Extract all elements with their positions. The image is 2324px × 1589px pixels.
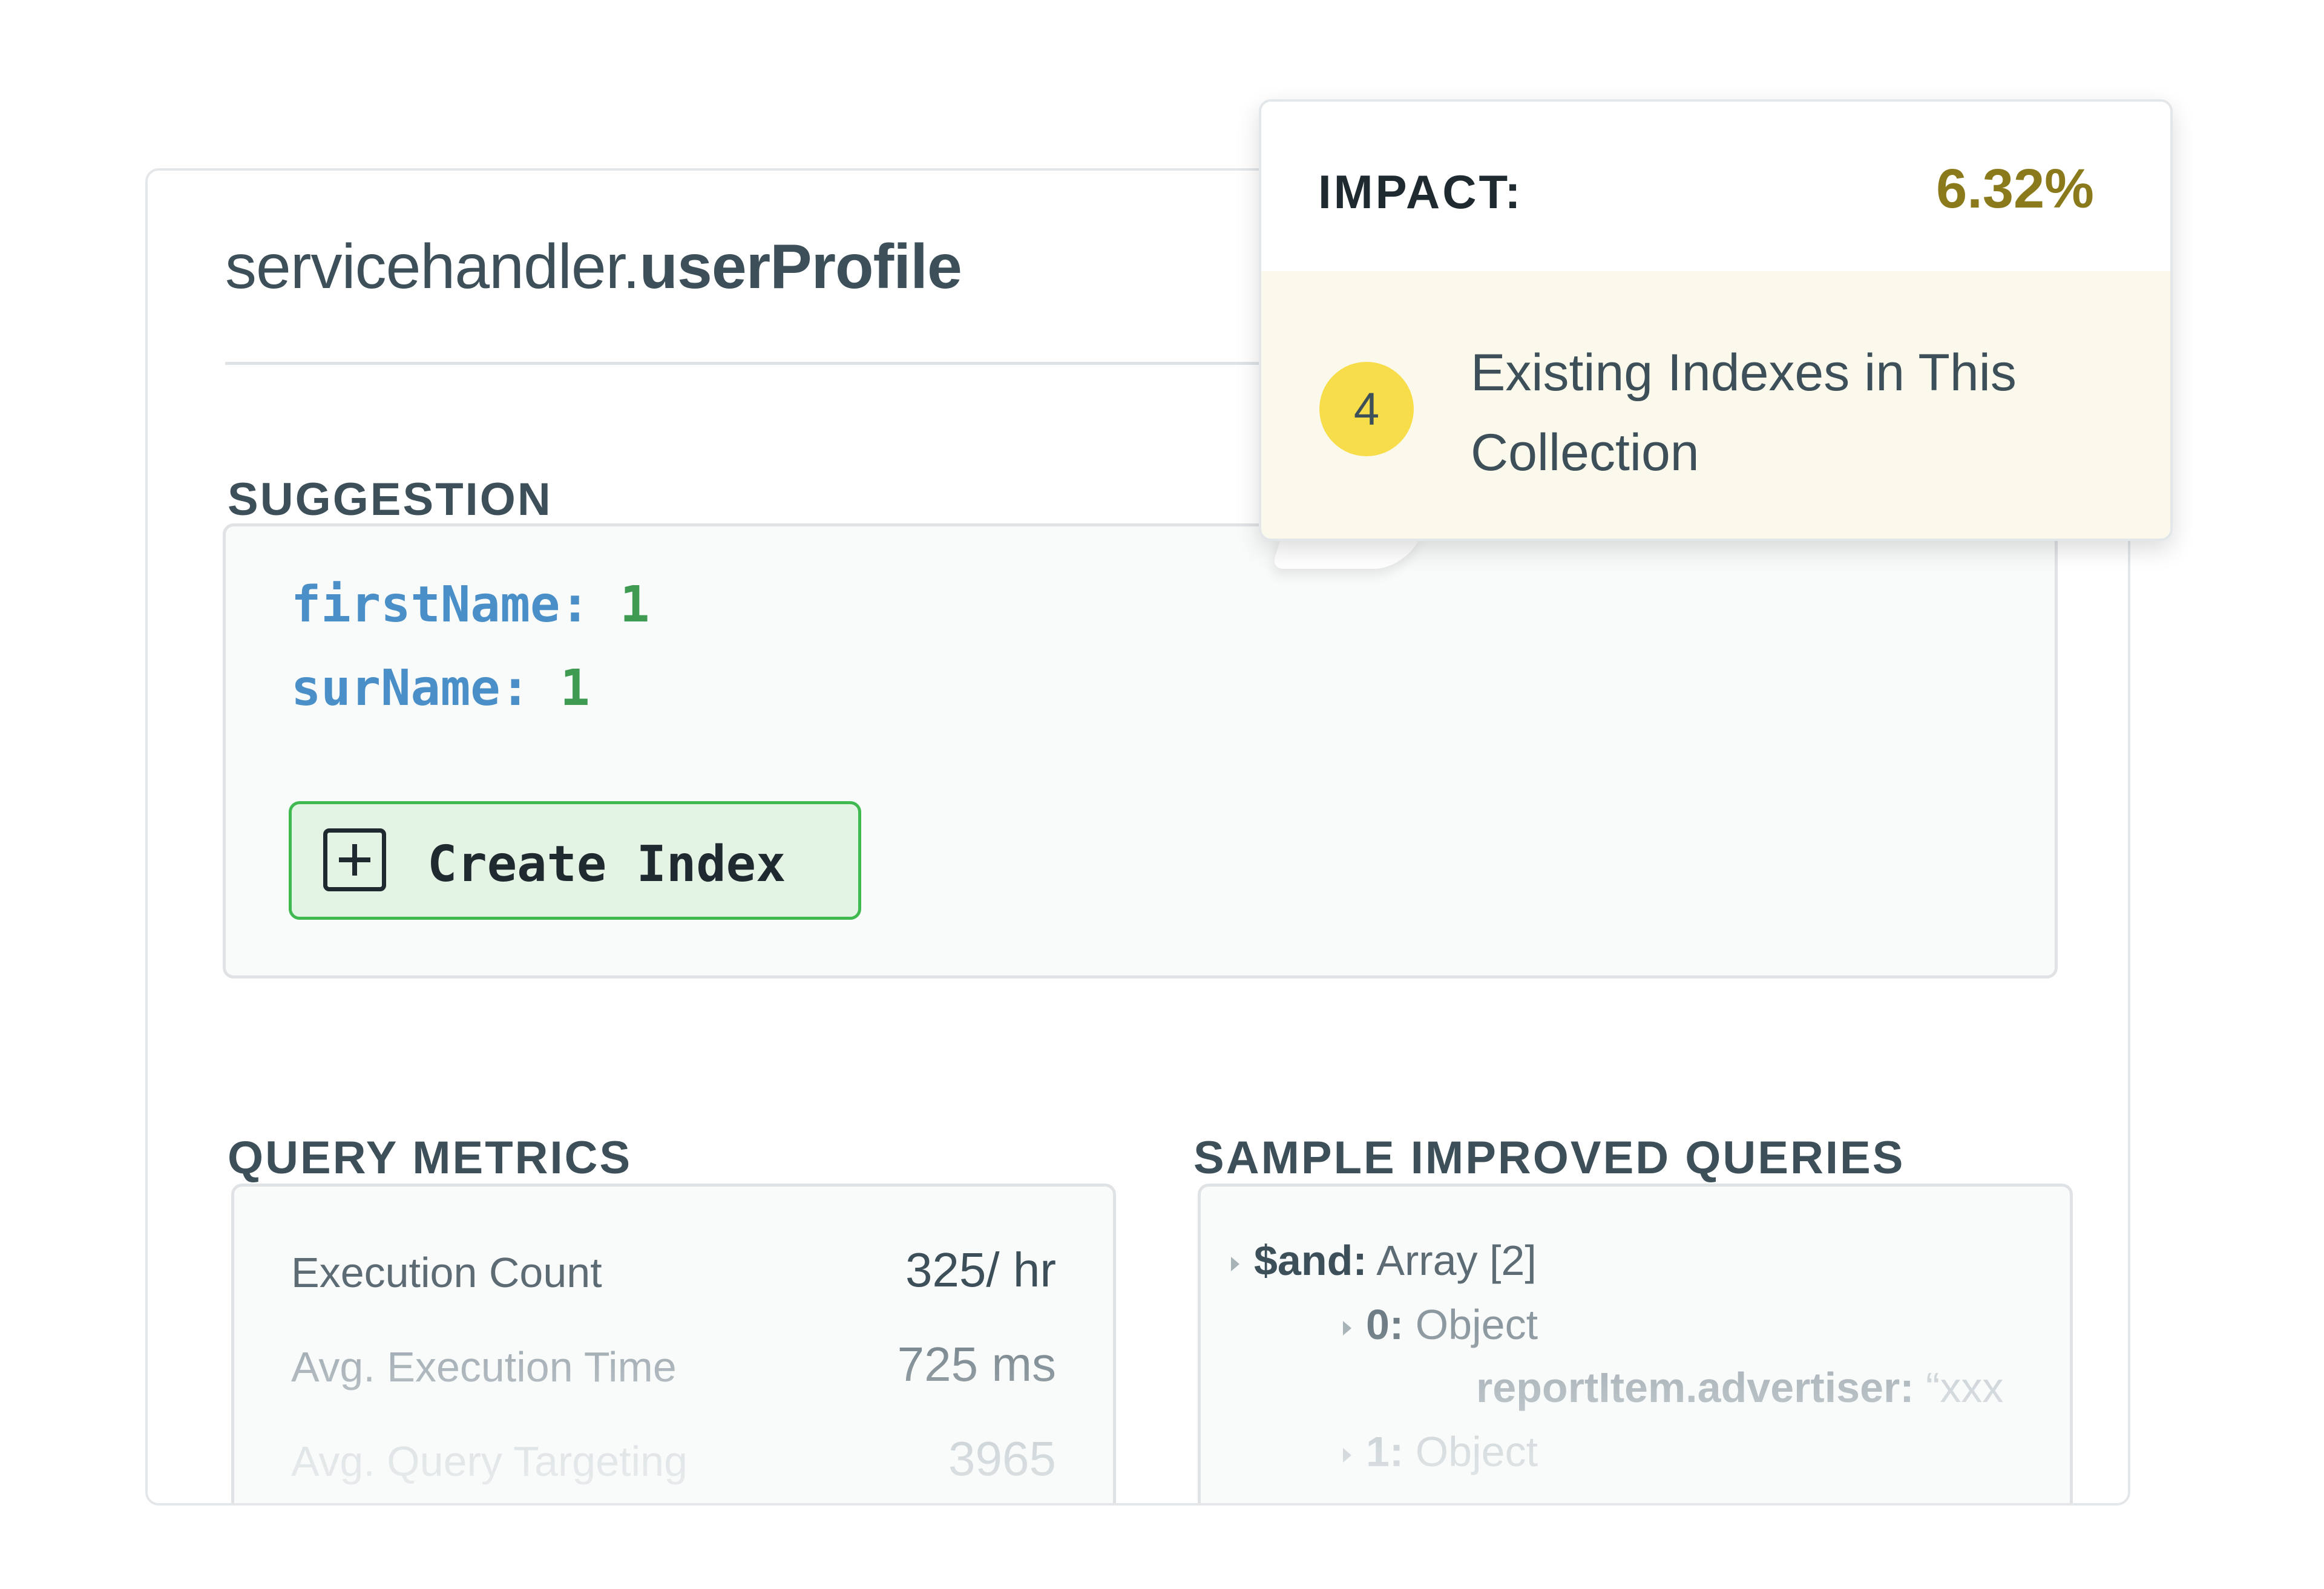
metric-value: 325/ hr	[905, 1243, 1056, 1297]
existing-indexes-text: Existing Indexes in This Collection	[1471, 344, 2017, 482]
query-value: Object	[1415, 1428, 1538, 1475]
query-key: reportItem.advertiser:	[1476, 1364, 1914, 1411]
tooltip-header: IMPACT: 6.32%	[1261, 102, 2170, 271]
query-key: 1:	[1366, 1428, 1404, 1475]
query-tree-node[interactable]: 0: Object	[1343, 1300, 1538, 1349]
namespace-collection: userProfile	[639, 232, 962, 302]
metric-row: Avg. Query Targeting 3965	[291, 1431, 1056, 1492]
caret-right-icon	[1343, 1447, 1351, 1463]
index-field-key: firstName:	[291, 576, 590, 634]
namespace-database: servicehandler.	[225, 232, 640, 302]
metric-row: Execution Count 325/ hr	[291, 1242, 1056, 1303]
index-field-key: surName:	[291, 660, 530, 717]
create-index-button[interactable]: Create Index	[289, 801, 861, 920]
impact-label: IMPACT:	[1318, 165, 1523, 218]
query-metrics-panel: Execution Count 325/ hr Avg. Execution T…	[231, 1184, 1116, 1503]
query-tree-leaf: reportItem.advertiser: “xxx	[1476, 1363, 2003, 1412]
query-tree-node[interactable]: 1: Object	[1343, 1427, 1538, 1476]
index-field-value: 1	[560, 660, 590, 717]
query-metrics-heading: QUERY METRICS	[228, 1132, 632, 1184]
sample-queries-heading: SAMPLE IMPROVED QUERIES	[1193, 1132, 1905, 1184]
index-field-value: 1	[620, 576, 650, 634]
suggestion-panel: firstName: 1 surName: 1 Create Index	[223, 523, 2058, 978]
namespace-title: servicehandler.userProfile	[225, 231, 962, 303]
index-field-line: firstName: 1	[291, 576, 649, 634]
suggestion-heading: SUGGESTION	[228, 474, 553, 525]
metric-label: Avg. Query Targeting	[291, 1438, 688, 1485]
query-value: Array [2]	[1376, 1237, 1537, 1284]
query-value: “xxx	[1926, 1364, 2004, 1411]
index-count-badge: 4	[1319, 362, 1414, 456]
caret-right-icon	[1231, 1256, 1239, 1271]
impact-value: 6.32%	[1936, 158, 2094, 220]
impact-tooltip: IMPACT: 6.32% 4 Existing Indexes in This…	[1259, 99, 2173, 541]
caret-right-icon	[1343, 1320, 1351, 1335]
query-tree-node[interactable]: $and: Array [2]	[1231, 1236, 1537, 1285]
metric-value: 725 ms	[897, 1337, 1056, 1391]
query-key: $and:	[1254, 1237, 1367, 1284]
metric-label: Avg. Execution Time	[291, 1343, 677, 1391]
index-field-line: surName: 1	[291, 660, 590, 717]
tooltip-body: 4 Existing Indexes in This Collection	[1261, 271, 2170, 539]
plus-square-icon	[323, 828, 386, 891]
fade-overlay	[1201, 1326, 2070, 1503]
metric-value: 3965	[948, 1432, 1056, 1486]
query-key: 0:	[1366, 1301, 1404, 1348]
metric-row: Avg. Execution Time 725 ms	[291, 1337, 1056, 1397]
create-index-label: Create Index	[427, 836, 786, 893]
sample-queries-panel: $and: Array [2] 0: Object reportItem.adv…	[1198, 1184, 2073, 1503]
query-value: Object	[1415, 1301, 1538, 1348]
metric-label: Execution Count	[291, 1249, 602, 1296]
